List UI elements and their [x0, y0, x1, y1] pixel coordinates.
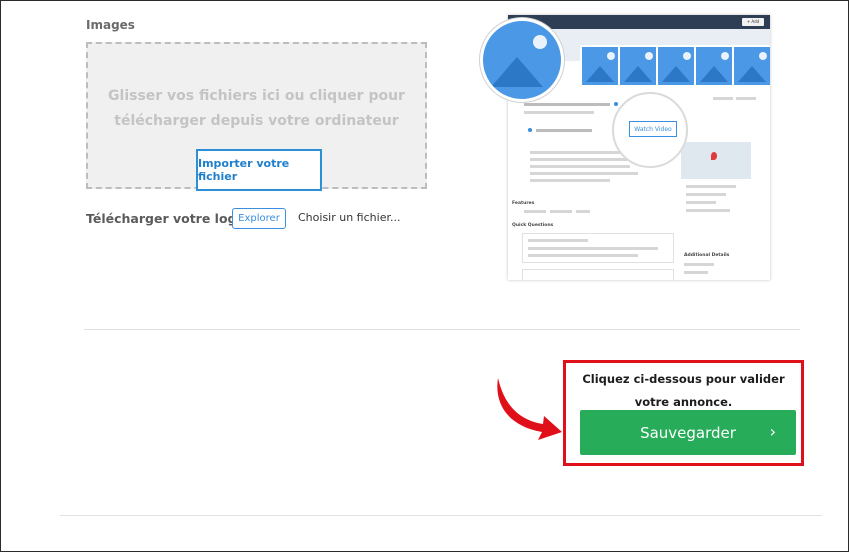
- preview-line: [530, 172, 638, 175]
- preview-gallery-image-icon: [694, 45, 736, 87]
- preview-feature-chip: [550, 210, 572, 213]
- bottom-divider: [60, 515, 822, 516]
- preview-play-icon: [528, 128, 532, 132]
- preview-line: [684, 271, 708, 274]
- save-button-label: Sauvegarder: [640, 423, 736, 442]
- zoom-watch-video-button: Watch Video: [629, 121, 677, 137]
- zoomed-watch-video-lens: Watch Video: [612, 92, 688, 168]
- chevron-right-icon: ›: [769, 422, 776, 441]
- preview-line: [686, 201, 716, 204]
- preview-line: [528, 254, 638, 257]
- red-curved-arrow-icon: [497, 378, 562, 440]
- dropzone-instructions: Glisser vos fichiers ici ou cliquer pour…: [108, 88, 405, 129]
- preview-share-button: [713, 97, 733, 100]
- preview-line: [686, 209, 730, 212]
- save-highlight-box: Cliquez ci-dessous pour valider votre an…: [563, 360, 804, 466]
- preview-title-line: [524, 103, 610, 106]
- preview-gallery-image-icon: [580, 45, 622, 87]
- preview-line: [536, 129, 592, 132]
- section-divider: [84, 329, 800, 330]
- preview-gallery-image-icon: [656, 45, 698, 87]
- logo-upload-label: Télécharger votre logo: [86, 211, 246, 226]
- preview-features-label: Features: [512, 201, 535, 206]
- preview-line: [530, 151, 630, 154]
- images-section-label: Images: [86, 18, 135, 32]
- preview-add-listing: + Add Listing: [742, 18, 764, 32]
- preview-map: [681, 142, 751, 179]
- preview-line: [528, 239, 588, 242]
- image-dropzone[interactable]: Glisser vos fichiers ici ou cliquer pour…: [86, 42, 427, 191]
- preview-line: [686, 193, 726, 196]
- preview-question-box: [522, 269, 674, 280]
- preview-feature-chip: [576, 210, 590, 213]
- preview-additional-details: Additional Details: [684, 253, 730, 258]
- preview-quick-questions-label: Quick Questions: [512, 223, 554, 228]
- preview-gallery-image-icon: [732, 45, 770, 87]
- preview-line: [530, 158, 640, 161]
- preview-verified-icon: [614, 102, 618, 106]
- save-instruction: Cliquez ci-dessous pour valider votre an…: [582, 372, 785, 409]
- logo-file-status: Choisir un fichier...: [298, 211, 401, 224]
- preview-bookmark-button: [736, 97, 756, 100]
- preview-line: [530, 179, 610, 182]
- preview-feature-chip: [524, 210, 546, 213]
- preview-gallery-image-icon: [618, 45, 660, 87]
- zoomed-image-icon: [480, 18, 564, 102]
- preview-line: [684, 263, 714, 266]
- preview-line: [528, 247, 658, 250]
- import-file-button[interactable]: Importer votre fichier: [196, 149, 322, 191]
- save-button[interactable]: Sauvegarder ›: [580, 410, 796, 455]
- browse-logo-button[interactable]: Explorer: [232, 208, 286, 229]
- preview-subtitle-line: [524, 111, 594, 114]
- preview-line: [686, 185, 736, 188]
- preview-line: [530, 165, 630, 168]
